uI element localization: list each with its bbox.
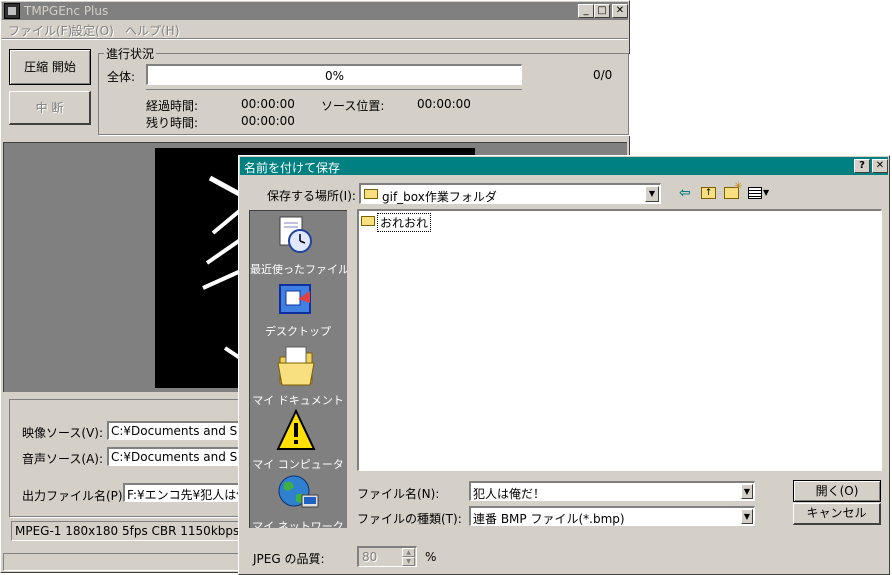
jpeg-quality-label: JPEG の品質: (253, 552, 325, 566)
dialog-close-button[interactable]: ✕ (872, 159, 888, 173)
filetype-dropdown[interactable]: 連番 BMP ファイル(*.bmp) ▼ (469, 506, 755, 526)
jpeg-quality-unit: % (425, 550, 437, 564)
save-dialog: 名前を付けて保存 ? ✕ 保存する場所(I): gif_box作業フォルダ ▼ … (238, 155, 890, 575)
filetype-value: 連番 BMP ファイル(*.bmp) (473, 512, 625, 526)
minimize-button[interactable]: _ (578, 4, 594, 18)
location-dropdown[interactable]: gif_box作業フォルダ ▼ (359, 183, 661, 204)
place-network-label: マイ ネットワーク (252, 520, 344, 528)
place-computer[interactable]: マイ コンピュータ (250, 407, 346, 471)
video-source-label: 映像ソース(V): (22, 426, 104, 440)
location-value: gif_box作業フォルダ (382, 190, 497, 204)
desktop-icon (279, 284, 311, 314)
cancel-button-label: キャンセル (806, 506, 867, 520)
place-documents-label: マイ ドキュメント (252, 394, 344, 407)
place-recent-label: 最近使ったファイル (250, 263, 347, 276)
progress-group-label: 進行状況 (104, 45, 157, 62)
folder-icon (361, 216, 375, 226)
status-text: MPEG-1 180x180 5fps CBR 1150kbps, Lay (15, 524, 269, 538)
main-title-bar[interactable]: TMPGEnc Plus _ □ ✕ (2, 2, 628, 20)
recent-files-icon (279, 216, 312, 253)
cancel-button[interactable]: キャンセル (793, 503, 881, 525)
chevron-down-icon[interactable]: ▼ (741, 484, 753, 499)
source-pos-label: ソース位置: (321, 99, 385, 113)
dialog-title: 名前を付けて保存 (244, 161, 341, 175)
location-label: 保存する場所(I): (267, 189, 356, 203)
place-documents[interactable]: マイ ドキュメント (250, 343, 346, 407)
progress-count: 0/0 (593, 68, 613, 82)
filename-label: ファイル名(N): (357, 487, 440, 501)
up-folder-icon[interactable]: ↑ (701, 187, 716, 199)
output-file-value: F:¥エンコ先¥犯人は俺 (127, 488, 249, 502)
filetype-label: ファイルの種類(T): (357, 512, 462, 526)
jpeg-spin-down[interactable]: ▼ (402, 557, 415, 566)
place-desktop[interactable]: デスクトップ (250, 279, 346, 341)
back-icon[interactable]: ⇦ (679, 185, 691, 201)
place-network[interactable]: マイ ネットワーク (250, 471, 346, 528)
progress-text: 0% (324, 69, 345, 83)
stop-label: 中 断 (35, 101, 64, 115)
chevron-down-icon[interactable]: ▼ (645, 186, 659, 202)
place-desktop-label: デスクトップ (265, 325, 331, 338)
app-icon (4, 3, 20, 19)
file-item-label: おれおれ (377, 213, 432, 232)
preview-image (202, 175, 245, 362)
filename-combobox[interactable]: 犯人は俺だ！ ▼ (469, 481, 755, 501)
stop-button[interactable]: 中 断 (9, 91, 91, 125)
elapsed-value: 00:00:00 (241, 97, 295, 111)
start-encode-button[interactable]: 圧縮 開始 (9, 49, 91, 85)
start-encode-label: 圧縮 開始 (24, 60, 76, 74)
place-computer-label: マイ コンピュータ (252, 458, 344, 471)
output-file-label: 出力ファイル名(P): (22, 489, 127, 503)
remaining-label: 残り時間: (146, 116, 199, 130)
open-button[interactable]: 開く(O) (793, 480, 881, 502)
dialog-title-bar[interactable]: 名前を付けて保存 ? ✕ (240, 157, 888, 175)
place-recent[interactable]: 最近使ったファイル (250, 213, 347, 277)
chevron-down-icon[interactable]: ▼ (741, 509, 753, 524)
audio-source-label: 音声ソース(A): (22, 452, 104, 466)
menu-settings[interactable]: 設定(O) (71, 22, 114, 39)
total-progress-bar: 0% (146, 64, 522, 85)
view-menu-icon[interactable] (748, 187, 762, 199)
elapsed-label: 経過時間: (146, 99, 199, 113)
dialog-help-button[interactable]: ? (854, 159, 870, 173)
menu-help[interactable]: ヘルプ(H) (125, 22, 179, 39)
my-computer-icon (276, 409, 316, 450)
maximize-button[interactable]: □ (594, 4, 610, 18)
jpeg-quality-field[interactable]: 80 ▲ ▼ (357, 546, 417, 567)
my-documents-icon (277, 346, 315, 386)
jpeg-quality-value: 80 (362, 550, 378, 564)
filename-value: 犯人は俺だ！ (473, 487, 546, 501)
menu-file[interactable]: ファイル(F) (8, 22, 72, 39)
jpeg-spin-up[interactable]: ▲ (402, 548, 415, 557)
open-button-label: 開く(O) (815, 484, 859, 498)
my-network-icon (278, 475, 319, 508)
total-label: 全体: (107, 70, 136, 84)
close-button[interactable]: ✕ (612, 4, 628, 18)
main-window-title: TMPGEnc Plus (24, 4, 109, 18)
folder-icon (364, 189, 378, 199)
file-list[interactable]: おれおれ (357, 209, 882, 471)
source-pos-value: 00:00:00 (417, 97, 471, 111)
places-bar: 最近使ったファイル デスクトップ マイ ドキュメント マイ コンピュータ マイ … (249, 210, 347, 528)
remaining-value: 00:00:00 (241, 114, 295, 128)
